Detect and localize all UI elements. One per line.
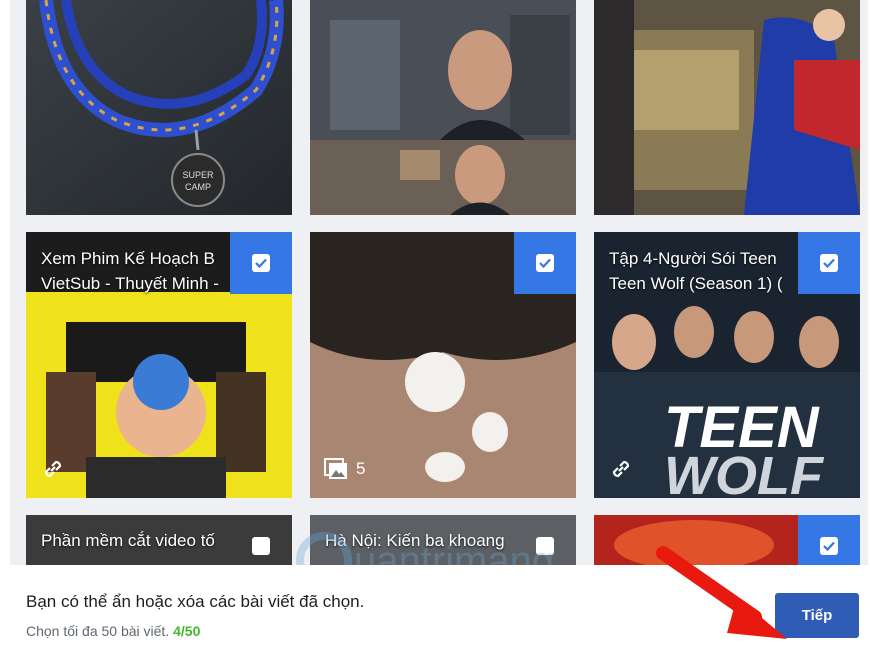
post-tile[interactable]: SUPER CAMP <box>26 0 292 215</box>
selection-limit: Chọn tối đa 50 bài viết. 4/50 <box>26 623 200 639</box>
checkmark-icon <box>255 258 267 269</box>
photos-icon <box>324 458 347 479</box>
checkmark-icon <box>823 541 835 552</box>
post-tile[interactable]: Xem Phim Kế Hoạch B VietSub - Thuyết Min… <box>26 232 292 498</box>
photo-count-indicator: 5 <box>324 458 365 480</box>
arrow-annotation <box>656 546 787 639</box>
select-checkbox[interactable] <box>514 232 576 294</box>
pendant-text: CAMP <box>185 182 211 192</box>
photo-count: 5 <box>356 459 366 478</box>
post-caption: Tập 4-Người Sói Teen Teen Wolf (Season 1… <box>609 249 783 293</box>
checkmark-icon <box>539 258 551 269</box>
post-tile[interactable] <box>310 0 576 215</box>
post-tile[interactable]: Hà Nội: Kiến ba khoang <box>310 515 576 565</box>
post-caption: Phần mềm cắt video tố <box>41 531 215 550</box>
post-caption: Xem Phim Kế Hoạch B VietSub - Thuyết Min… <box>41 249 219 293</box>
post-grid: SUPER CAMP Xem Phim Kế Hoạch B VietSub -… <box>10 0 868 565</box>
tile-image <box>594 0 860 215</box>
selection-limit-text: Chọn tối đa 50 bài viết. <box>26 623 170 639</box>
tile-image: SUPER CAMP <box>26 0 292 215</box>
select-checkbox[interactable] <box>798 232 860 294</box>
select-checkbox[interactable] <box>230 515 292 565</box>
link-icon <box>612 460 630 478</box>
select-checkbox[interactable] <box>230 232 292 294</box>
checkmark-icon <box>823 258 835 269</box>
select-checkbox[interactable] <box>514 515 576 565</box>
select-checkbox[interactable] <box>798 515 860 565</box>
post-tile[interactable]: TEEN WOLF Tập 4-Người Sói Teen Teen Wolf… <box>594 232 860 498</box>
post-tile[interactable] <box>594 0 860 215</box>
tile-image <box>310 0 576 215</box>
link-icon <box>44 460 62 478</box>
post-tile[interactable]: Phần mềm cắt video tố <box>26 515 292 565</box>
post-tile[interactable]: 5 <box>310 232 576 498</box>
selection-count: 4/50 <box>173 623 201 639</box>
poster-title: WOLF <box>664 446 825 498</box>
pendant-text: SUPER <box>182 170 214 180</box>
post-caption: Hà Nội: Kiến ba khoang <box>325 531 505 550</box>
footer-message: Bạn có thể ẩn hoặc xóa các bài viết đã c… <box>26 592 365 611</box>
